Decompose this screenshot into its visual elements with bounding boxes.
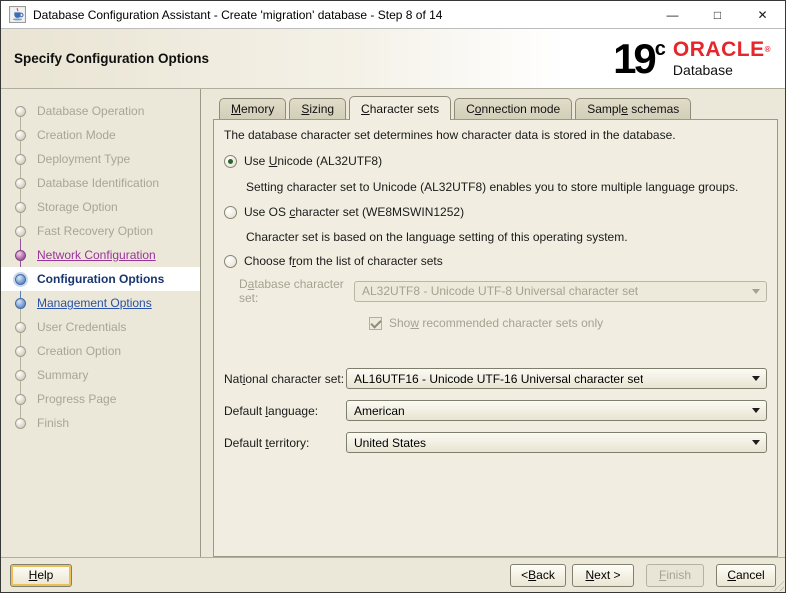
tab-bar: Memory Sizing Character sets Connection … [219,96,778,119]
step-bullet [15,250,26,261]
sidebar-step-creation-option: Creation Option [1,339,200,363]
step-bullet [15,202,26,213]
default-language-select[interactable]: American [346,400,767,421]
use-os-help: Character set is based on the language s… [246,230,767,244]
step-bullet [15,130,26,141]
show-recommended-row: Show recommended character sets only [369,316,767,330]
back-button[interactable]: < Back [510,564,566,587]
national-charset-row: National character set: AL16UTF16 - Unic… [224,368,767,389]
default-language-label: Default language: [224,404,346,418]
wizard-header: Specify Configuration Options 19 c ORACL… [1,29,785,89]
minimize-icon[interactable]: — [650,1,695,28]
database-charset-select: AL32UTF8 - Unicode UTF-8 Universal chara… [354,281,767,302]
tab-memory[interactable]: Memory [219,98,286,119]
use-os-label[interactable]: Use OS character set (WE8MSWIN1252) [244,205,464,219]
wizard-steps-sidebar: Database Operation Creation Mode Deploym… [1,89,201,557]
step-bullet [15,154,26,165]
titlebar: Database Configuration Assistant - Creat… [1,1,785,29]
step-bullet [15,418,26,429]
finish-button: Finish [646,564,704,587]
database-charset-row: Database character set: AL32UTF8 - Unico… [239,277,767,305]
radio-row-use-os[interactable]: Use OS character set (WE8MSWIN1252) [224,205,767,219]
use-os-radio[interactable] [224,206,237,219]
tab-character-sets[interactable]: Character sets [349,96,451,120]
step-bullet [15,322,26,333]
step-bullet [15,346,26,357]
sidebar-step-progress-page: Progress Page [1,387,200,411]
step-bullet [15,226,26,237]
maximize-icon[interactable]: □ [695,1,740,28]
radio-row-choose-list[interactable]: Choose from the list of character sets [224,254,767,268]
window-controls: — □ ✕ [650,1,785,28]
national-charset-label: National character set: [224,372,346,386]
content-area: Memory Sizing Character sets Connection … [201,89,785,557]
database-charset-label: Database character set: [239,277,354,305]
step-bullet [15,370,26,381]
tab-connection-mode[interactable]: Connection mode [454,98,572,119]
choose-list-label[interactable]: Choose from the list of character sets [244,254,443,268]
use-unicode-radio[interactable] [224,155,237,168]
sidebar-step-management-options[interactable]: Management Options [1,291,200,315]
java-icon [9,6,26,23]
chevron-down-icon [752,408,760,413]
close-icon[interactable]: ✕ [740,1,785,28]
sidebar-step-deployment-type: Deployment Type [1,147,200,171]
chevron-down-icon [752,440,760,445]
national-charset-select[interactable]: AL16UTF16 - Unicode UTF-16 Universal cha… [346,368,767,389]
choose-list-radio[interactable] [224,255,237,268]
tab-sizing[interactable]: Sizing [289,98,346,119]
default-territory-row: Default territory: United States [224,432,767,453]
sidebar-step-storage-option: Storage Option [1,195,200,219]
sidebar-step-user-credentials: User Credentials [1,315,200,339]
window-title: Database Configuration Assistant - Creat… [33,8,650,22]
chevron-down-icon [752,376,760,381]
sidebar-step-database-identification: Database Identification [1,171,200,195]
logo-product: Database [673,62,771,78]
default-language-row: Default language: American [224,400,767,421]
logo-brand-block: ORACLE® Database [673,40,771,78]
sidebar-step-configuration-options: Configuration Options [1,267,200,291]
default-territory-select[interactable]: United States [346,432,767,453]
page-title: Specify Configuration Options [14,51,209,66]
use-unicode-help: Setting character set to Unicode (AL32UT… [246,180,767,194]
logo-edition: c [655,38,666,61]
sidebar-step-database-operation: Database Operation [1,99,200,123]
show-recommended-checkbox [369,317,382,330]
cancel-button[interactable]: Cancel [716,564,776,587]
use-unicode-label[interactable]: Use Unicode (AL32UTF8) [244,154,382,168]
character-sets-panel: The database character set determines ho… [213,119,778,557]
step-bullet [15,274,26,285]
step-bullet [15,178,26,189]
sidebar-step-fast-recovery-option: Fast Recovery Option [1,219,200,243]
sidebar-step-network-configuration[interactable]: Network Configuration [1,243,200,267]
oracle-19c-logo: 19 c ORACLE® Database [607,34,773,84]
step-bullet [15,298,26,309]
chevron-down-icon [752,289,760,294]
step-bullet [15,106,26,117]
main-area: Database Operation Creation Mode Deploym… [1,89,785,558]
show-recommended-label: Show recommended character sets only [389,316,603,330]
tab-sample-schemas[interactable]: Sample schemas [575,98,691,119]
footer-bar: Help < Back Next > Finish Cancel [1,558,785,592]
panel-description: The database character set determines ho… [224,128,767,142]
sidebar-step-creation-mode: Creation Mode [1,123,200,147]
oracle-wordmark: ORACLE® [673,40,771,60]
dbca-window: Database Configuration Assistant - Creat… [0,0,786,593]
sidebar-step-summary: Summary [1,363,200,387]
default-territory-label: Default territory: [224,436,346,450]
next-button[interactable]: Next > [572,564,634,587]
step-bullet [15,394,26,405]
radio-row-use-unicode[interactable]: Use Unicode (AL32UTF8) [224,154,767,168]
logo-version: 19 [613,36,654,82]
help-button[interactable]: Help [10,564,72,587]
sidebar-step-finish: Finish [1,411,200,435]
